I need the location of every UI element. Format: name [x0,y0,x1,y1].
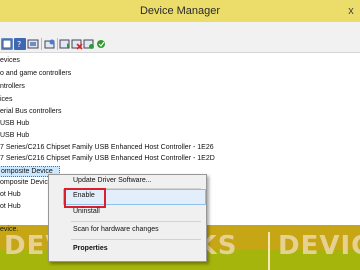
watermark-text-right: DEVIC [278,231,360,261]
close-button[interactable]: x [346,0,356,22]
properties-icon[interactable] [1,38,13,50]
menu-separator [71,239,201,240]
menu-separator [71,221,201,222]
window-title: Device Manager [139,5,221,17]
tree-row[interactable]: omposite Devic [0,177,48,188]
tree-row[interactable]: ot Hub [0,189,21,200]
menu-item-properties[interactable]: Properties [73,243,108,255]
menu-item-update-driver[interactable]: Update Driver Software... [73,175,152,187]
menu-bar [0,22,360,36]
tree-row[interactable]: evices [0,55,20,66]
show-hidden-icon[interactable] [27,38,39,50]
tree-row[interactable]: USB Hub [0,118,29,129]
tree-row[interactable]: USB Hub [0,130,29,141]
menu-item-scan[interactable]: Scan for hardware changes [73,224,159,236]
tree-row[interactable]: 7 Series/C216 Chipset Family USB Enhance… [0,153,215,164]
update-driver-icon[interactable] [59,38,71,50]
help-icon[interactable]: ? [14,38,26,50]
enable-icon[interactable] [95,38,107,50]
tree-row[interactable]: ices [0,94,12,105]
menu-item-uninstall[interactable]: Uninstall [73,206,100,218]
svg-text:?: ? [17,40,21,49]
disable-icon[interactable] [83,38,95,50]
uninstall-icon[interactable] [71,38,83,50]
title-bar: Device Manager x [0,0,360,22]
toolbar: ? [0,36,360,53]
tree-row[interactable]: o and game controllers [0,68,71,79]
tree-row[interactable]: ot Hub [0,201,21,212]
tree-row[interactable]: ntrollers [0,81,25,92]
context-menu: Update Driver Software... Enable Uninsta… [48,174,207,262]
tree-row[interactable]: 7 Series/C216 Chipset Family USB Enhance… [0,142,214,153]
scan-hardware-icon[interactable] [44,38,56,50]
watermark-divider [268,232,270,270]
annotation-box [64,188,106,208]
tree-row[interactable]: erial Bus controllers [0,106,61,117]
